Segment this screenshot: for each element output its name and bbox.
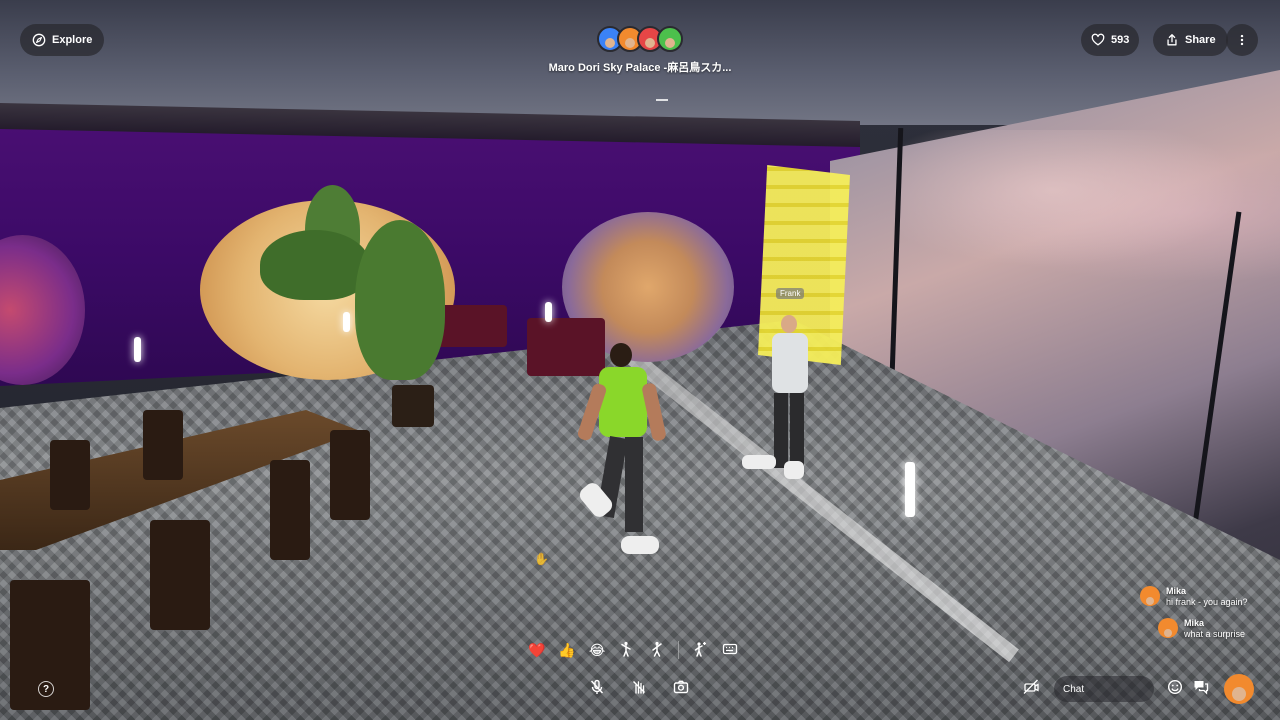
emote-bar: ❤️ 👍 😂 [524,636,743,664]
hand-off-icon [631,679,647,700]
vertical-dots-icon [1235,33,1249,47]
share-label: Share [1185,34,1216,46]
media-controls [584,676,694,702]
chat-avatar [1140,586,1160,606]
chat-message-text: hi frank - you again? [1166,597,1248,607]
sparkle-figure-icon [692,641,708,660]
laugh-emote-icon: 😂 [588,641,606,658]
bottom-right-controls: Chat [1018,674,1254,704]
participant-avatar[interactable] [657,26,683,52]
help-icon: ? [42,683,50,695]
chat-input[interactable]: Chat [1054,676,1154,702]
help-button[interactable]: ? [38,681,54,697]
thumbs-up-emote-icon: 👍 [558,641,576,658]
emote-divider [678,641,679,659]
chair [330,430,370,520]
camera-switch-icon [1023,679,1039,700]
wave-figure-icon [619,641,635,660]
chat-input-placeholder: Chat [1063,683,1085,695]
dance-emote-button[interactable] [644,637,670,663]
camera-button[interactable] [668,676,694,702]
chair [143,410,183,480]
window-clouds [900,130,1280,280]
smiley-icon [1167,679,1183,700]
avatar-frank[interactable] [742,315,814,485]
explore-label: Explore [52,34,93,46]
heart-emote-icon: ❤️ [528,641,546,658]
more-emotes-button[interactable] [687,637,713,663]
chat-avatar [1158,618,1178,638]
floor-light [134,337,141,362]
compass-icon [32,33,46,47]
avatar-player[interactable] [576,343,667,558]
cactus-plant [260,230,370,300]
world-title[interactable]: Maro Dori Sky Palace -麻呂鳥スカ... [520,59,760,75]
explore-button[interactable]: Explore [20,24,105,56]
more-options-button[interactable] [1226,24,1258,56]
chat-bubbles-icon [1193,679,1209,700]
like-button[interactable]: 593 [1081,24,1140,56]
emote-panel-button[interactable] [717,637,743,663]
wave-emote-button[interactable] [614,637,640,663]
avatar-name-tag: Frank [776,288,805,299]
floor-light [343,312,350,332]
mute-mic-button[interactable] [584,676,610,702]
chair [270,460,310,560]
share-button[interactable]: Share [1153,24,1228,56]
chair [150,520,210,630]
share-icon [1165,33,1179,47]
camera-icon [673,679,689,700]
likes-count: 593 [1111,34,1130,46]
chat-message: Mika hi frank - you again? [1140,586,1270,608]
mic-off-icon [589,679,605,700]
keyboard-icon [722,641,738,660]
3d-world-viewport[interactable] [0,0,1280,720]
world-header: Maro Dori Sky Palace -麻呂鳥スカ... [520,26,760,75]
chat-message: Mika what a surprise [1158,618,1270,640]
heart-icon [1091,33,1105,47]
chat-message-text: what a surprise [1184,629,1246,639]
heart-emote-button[interactable]: ❤️ [524,637,550,663]
chat-author: Mika [1166,586,1187,596]
loading-indicator [656,99,668,101]
floor-light [905,462,915,517]
my-avatar-button[interactable] [1224,674,1254,704]
chair [50,440,90,510]
chat-feed: Mika hi frank - you again? Mika what a s… [1140,586,1270,650]
participants-avatars[interactable] [520,26,760,54]
laugh-emote-button[interactable]: 😂 [584,637,610,663]
thumbs-up-emote-button[interactable]: 👍 [554,637,580,663]
cactus-plant [355,220,445,380]
gesture-toggle-button[interactable] [626,676,652,702]
chat-author: Mika [1184,618,1205,628]
switch-camera-button[interactable] [1018,676,1044,702]
emoji-button[interactable] [1162,676,1188,702]
plant-pot [392,385,434,427]
chat-toggle-button[interactable] [1188,676,1214,702]
hand-cursor-icon: ✋ [534,552,549,566]
floor-light [545,302,552,322]
dance-figure-icon [649,641,665,660]
